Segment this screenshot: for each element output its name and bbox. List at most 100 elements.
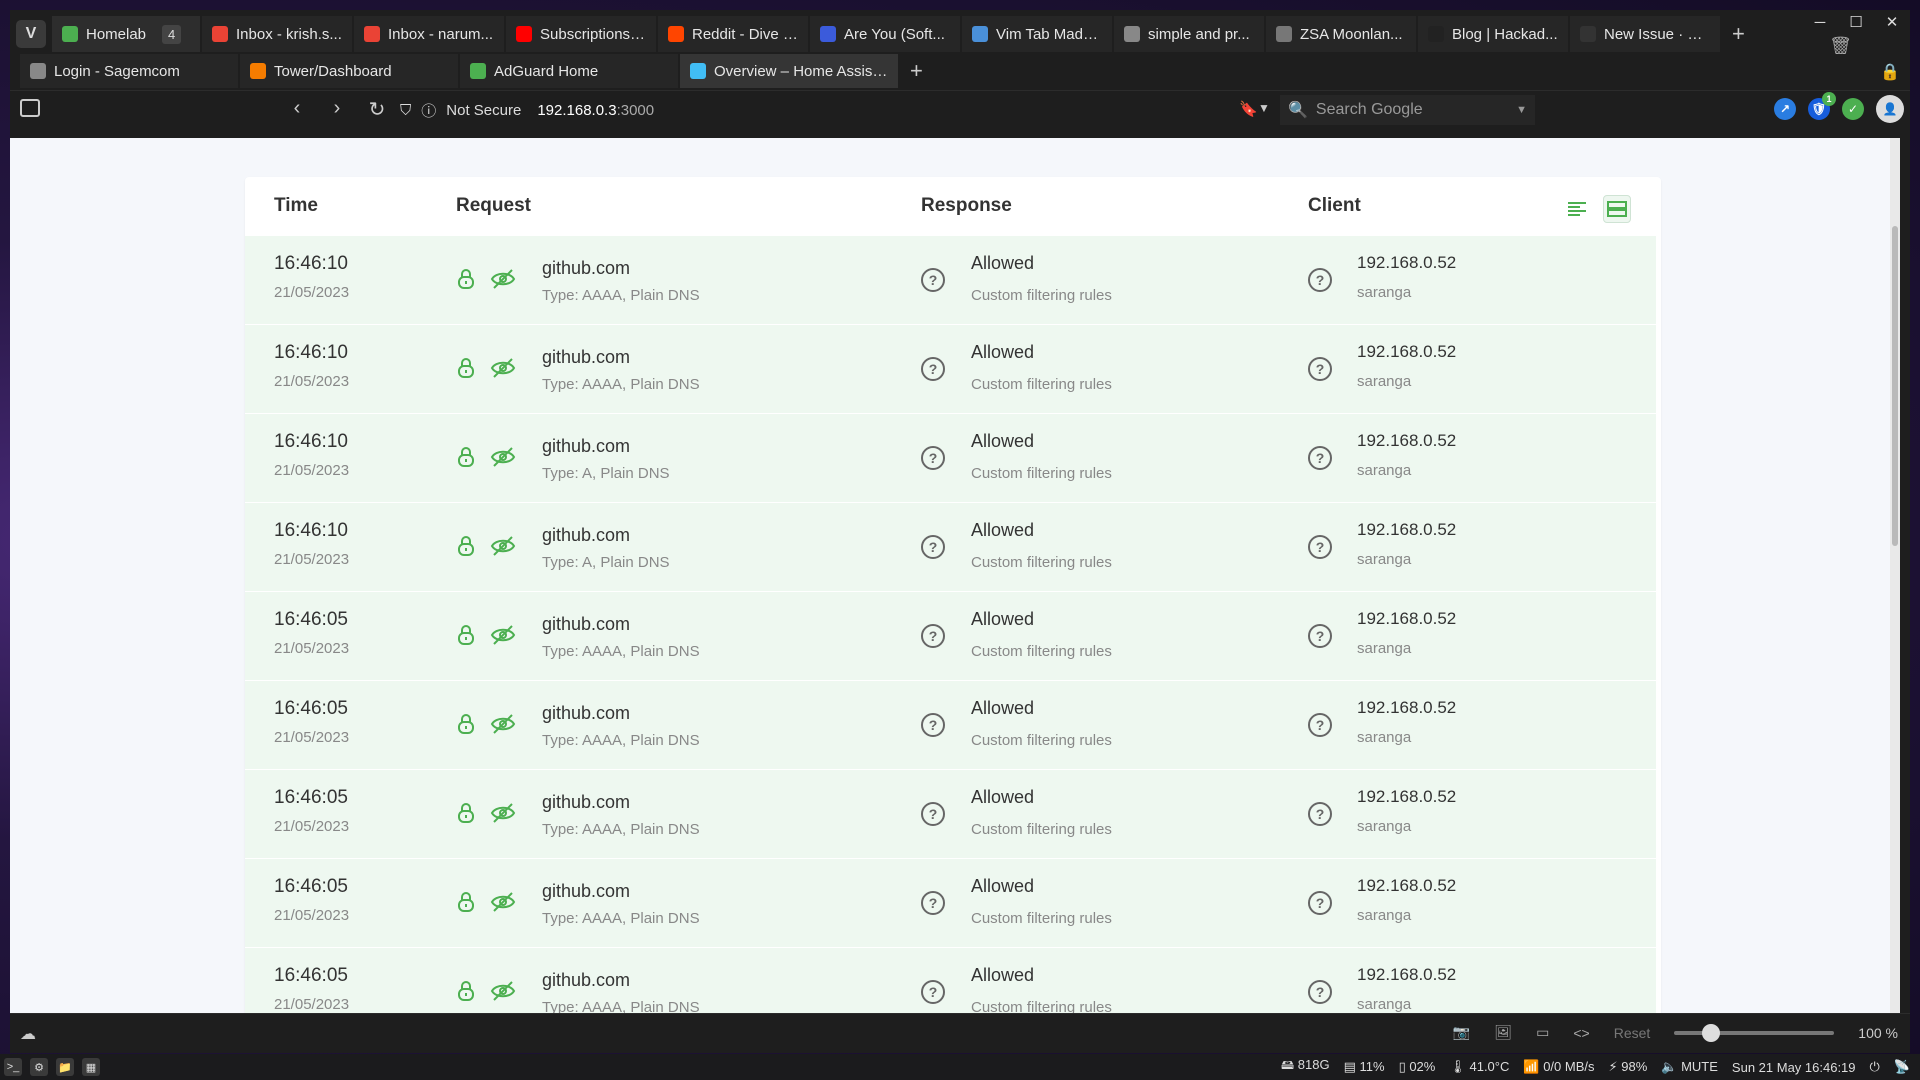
battery-level: ⚡ 98% — [1608, 1059, 1648, 1074]
files-icon[interactable]: 📁 — [56, 1058, 74, 1076]
zoom-reset-button[interactable]: Reset — [1614, 1025, 1651, 1041]
browser-tab[interactable]: AdGuard Home — [460, 54, 678, 88]
response-help-icon[interactable]: ? — [921, 268, 945, 292]
close-icon[interactable]: ✕ — [1874, 10, 1910, 34]
forward-icon[interactable]: › — [320, 97, 354, 122]
power-icon[interactable]: ⏻ — [1870, 1059, 1880, 1075]
dnssec-lock-icon — [456, 268, 476, 295]
url-field[interactable]: ⛉ ⓘ Not Secure 192.168.0.3:3000 🔖 — [400, 95, 1270, 125]
volume-status[interactable]: 🔈 MUTE — [1661, 1059, 1718, 1075]
row-request-icons — [456, 535, 516, 562]
table-row[interactable]: 16:46:10 21/05/2023 github.com Type: AAAA, … — [245, 324, 1656, 413]
search-engine-chevron-icon[interactable]: ▼ — [1516, 104, 1527, 116]
minimize-icon[interactable]: ─ — [1802, 10, 1838, 34]
browser-tab[interactable]: Subscriptions ... — [506, 16, 656, 52]
default-view-button[interactable] — [1603, 195, 1631, 223]
page-tiling-icon[interactable]: ▭ — [1536, 1024, 1549, 1041]
dnssec-lock-icon — [456, 624, 476, 651]
row-time: 16:46:05 — [274, 698, 348, 719]
new-tab-in-stack-button[interactable]: + — [900, 54, 933, 88]
sync-cloud-icon[interactable]: ☁ — [20, 1024, 36, 1044]
browser-tab[interactable]: ZSA Moonlan... — [1266, 16, 1416, 52]
capture-icon[interactable]: 📷 — [1453, 1024, 1470, 1041]
page-content: Time Request Response Client 16:46:10 21/… — [10, 138, 1900, 1013]
panel-toggle-icon[interactable] — [20, 99, 40, 117]
client-help-icon[interactable]: ? — [1308, 446, 1332, 470]
browser-tab[interactable]: Blog | Hackad... — [1418, 16, 1568, 52]
response-help-icon[interactable]: ? — [921, 357, 945, 381]
maximize-icon[interactable]: ☐ — [1838, 10, 1874, 34]
response-help-icon[interactable]: ? — [921, 535, 945, 559]
address-bar-row: ‹ › ↻ ⛉ ⓘ Not Secure 192.168.0.3:3000 🔖 … — [10, 90, 1910, 128]
row-domain: github.com — [542, 436, 631, 456]
page-actions-icon[interactable]: <> — [1573, 1025, 1589, 1041]
bitwarden-extension-icon[interactable]: 🛡 1 — [1808, 92, 1836, 120]
row-date: 21/05/2023 — [274, 462, 350, 479]
response-help-icon[interactable]: ? — [921, 802, 945, 826]
browser-tab[interactable]: Vim Tab Madn... — [962, 16, 1112, 52]
zoom-slider[interactable] — [1674, 1023, 1835, 1042]
browser-tab[interactable]: Reddit - Dive i... — [658, 16, 808, 52]
expanded-list-icon — [1607, 201, 1627, 217]
browser-tab[interactable]: Homelab 4 — [52, 16, 200, 52]
table-row[interactable]: 16:46:05 21/05/2023 github.com Type: AAAA, … — [245, 591, 1656, 680]
client-help-icon[interactable]: ? — [1308, 624, 1332, 648]
table-row[interactable]: 16:46:05 21/05/2023 github.com Type: AAAA, … — [245, 947, 1656, 1013]
browser-tab[interactable]: simple and pr... — [1114, 16, 1264, 52]
query-log-table: Time Request Response Client 16:46:10 21/… — [245, 177, 1661, 1013]
table-row[interactable]: 16:46:05 21/05/2023 github.com Type: AAAA, … — [245, 858, 1656, 947]
client-help-icon[interactable]: ? — [1308, 713, 1332, 737]
browser-tab[interactable]: Tower/Dashboard — [240, 54, 458, 88]
compact-view-button[interactable] — [1563, 195, 1591, 223]
zoom-slider-knob[interactable] — [1702, 1023, 1721, 1042]
clock[interactable]: Sun 21 May 16:46:19 — [1732, 1060, 1856, 1075]
row-date: 21/05/2023 — [274, 729, 350, 746]
browser-tab[interactable]: New Issue · La... — [1570, 16, 1720, 52]
browser-tab[interactable]: Are You (Soft... — [810, 16, 960, 52]
vimium-extension-icon[interactable]: ↗ — [1774, 98, 1796, 120]
client-help-icon[interactable]: ? — [1308, 268, 1332, 292]
response-help-icon[interactable]: ? — [921, 891, 945, 915]
new-tab-button[interactable]: + — [1722, 16, 1755, 52]
wifi-icon[interactable]: 📡 — [1894, 1059, 1910, 1075]
client-help-icon[interactable]: ? — [1308, 980, 1332, 1004]
terminal-icon[interactable]: >_ — [4, 1058, 22, 1076]
row-client-ip: 192.168.0.52 — [1357, 609, 1457, 628]
table-row[interactable]: 16:46:05 21/05/2023 github.com Type: AAAA, … — [245, 680, 1656, 769]
response-help-icon[interactable]: ? — [921, 624, 945, 648]
scrollbar-thumb[interactable] — [1892, 226, 1898, 546]
table-row[interactable]: 16:46:05 21/05/2023 github.com Type: AAAA, … — [245, 769, 1656, 858]
images-toggle-icon[interactable]: 🖼 — [1494, 1024, 1512, 1041]
response-help-icon[interactable]: ? — [921, 980, 945, 1004]
tracker-hidden-eye-icon — [490, 535, 516, 562]
table-row[interactable]: 16:46:10 21/05/2023 github.com Type: A, Pla… — [245, 502, 1656, 591]
response-help-icon[interactable]: ? — [921, 446, 945, 470]
table-row[interactable]: 16:46:10 21/05/2023 github.com Type: AAAA, … — [245, 235, 1656, 324]
client-help-icon[interactable]: ? — [1308, 891, 1332, 915]
table-row[interactable]: 16:46:10 21/05/2023 github.com Type: A, Pla… — [245, 413, 1656, 502]
client-help-icon[interactable]: ? — [1308, 802, 1332, 826]
client-help-icon[interactable]: ? — [1308, 357, 1332, 381]
reload-icon[interactable]: ↻ — [360, 97, 394, 122]
browser-tab[interactable]: Inbox - narum... — [354, 16, 504, 52]
vivaldi-menu-icon[interactable]: V — [16, 20, 46, 48]
browser-tab[interactable]: Login - Sagemcom — [20, 54, 238, 88]
bookmark-icon[interactable]: 🔖 — [1239, 100, 1258, 118]
settings-icon[interactable]: ⚙ — [30, 1058, 48, 1076]
dropdown-chevron-icon[interactable]: ▼ — [1258, 101, 1270, 115]
row-client-ip: 192.168.0.52 — [1357, 520, 1457, 539]
shield-icon[interactable]: ⛉ — [400, 102, 411, 119]
browser-tab[interactable]: Inbox - krish.s... — [202, 16, 352, 52]
adguard-extension-icon[interactable]: ✓ — [1842, 98, 1864, 120]
browser-tab[interactable]: Overview – Home Assist... — [680, 54, 898, 88]
search-field[interactable]: 🔍 Search Google ▼ — [1280, 95, 1535, 125]
page-scrollbar[interactable] — [1890, 138, 1900, 1013]
lock-icon[interactable]: 🔒 — [1880, 62, 1900, 82]
profile-avatar-icon[interactable]: 👤 — [1876, 95, 1904, 123]
back-icon[interactable]: ‹ — [280, 97, 314, 122]
client-help-icon[interactable]: ? — [1308, 535, 1332, 559]
response-help-icon[interactable]: ? — [921, 713, 945, 737]
window-list-icon[interactable]: ▦ — [82, 1058, 100, 1076]
info-icon[interactable]: ⓘ — [421, 100, 436, 121]
row-request-type: Type: A, Plain DNS — [542, 465, 670, 482]
